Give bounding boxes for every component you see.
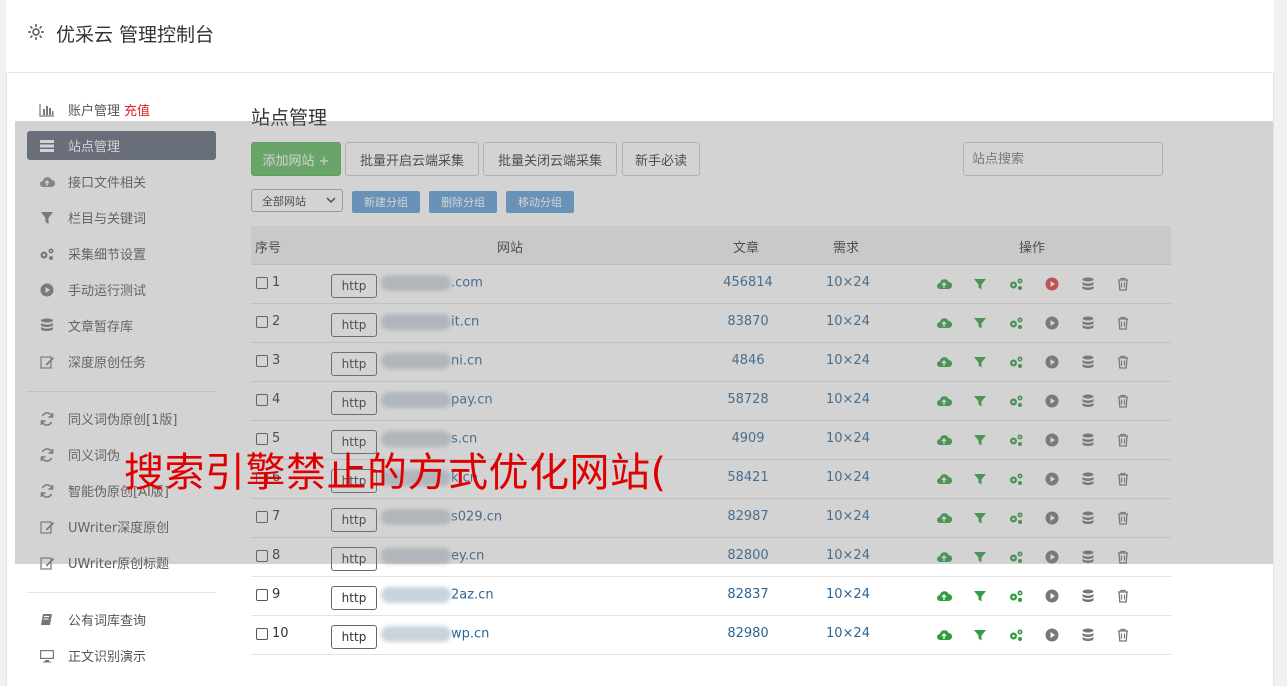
sidebar-item-label: 公有词库查询 — [68, 614, 147, 629]
cloud-upload-icon[interactable] — [936, 588, 953, 604]
row-index: 9 — [272, 587, 281, 602]
article-count[interactable]: 82837 — [723, 587, 773, 602]
protocol-badge: http — [331, 586, 377, 610]
protocol-badge: http — [331, 625, 377, 649]
play-circle-icon[interactable] — [1044, 588, 1060, 604]
site-domain: wp.cn — [451, 626, 490, 642]
demand-value[interactable]: 10×24 — [823, 626, 873, 641]
monitor-icon — [38, 648, 56, 664]
site-link[interactable]: 2az.cn — [381, 587, 494, 603]
watermark-text: 搜索引擎禁止的方式优化网站( — [124, 450, 667, 496]
row-checkbox[interactable] — [256, 628, 268, 640]
sidebar-item-0[interactable]: 账户管理 充值 — [27, 95, 216, 124]
database-icon[interactable] — [1080, 627, 1096, 643]
trash-icon[interactable] — [1115, 588, 1131, 604]
site-link[interactable]: wp.cn — [381, 626, 489, 642]
sidebar-item-label: 账户管理 — [68, 104, 121, 119]
database-icon[interactable] — [1080, 588, 1096, 604]
sidebar-item-14[interactable]: 正文识别演示 — [27, 641, 216, 670]
recharge-link[interactable]: 充值 — [124, 100, 150, 119]
row-checkbox[interactable] — [256, 589, 268, 601]
site-domain: 2az.cn — [451, 587, 494, 603]
sidebar-item-13[interactable]: 公有词库查询 — [27, 605, 216, 634]
gear-icon — [28, 24, 44, 40]
table-row: 10 http wp.cn 82980 10×24 — [251, 616, 1171, 655]
table-row: 9 http 2az.cn 82837 10×24 — [251, 577, 1171, 616]
gears-icon[interactable] — [1008, 588, 1024, 604]
play-circle-icon[interactable] — [1044, 627, 1060, 643]
book-icon — [38, 612, 56, 628]
demand-value[interactable]: 10×24 — [823, 587, 873, 602]
article-count[interactable]: 82980 — [723, 626, 773, 641]
page-header-title: 优采云 管理控制台 — [56, 24, 215, 46]
sidebar-item-label: 正文识别演示 — [68, 650, 147, 665]
redacted-blur — [381, 587, 451, 603]
trash-icon[interactable] — [1115, 627, 1131, 643]
row-index: 10 — [272, 626, 289, 641]
app-header: 优采云 管理控制台 — [6, 0, 1274, 73]
filter-icon[interactable] — [972, 627, 988, 643]
gears-icon[interactable] — [1008, 627, 1024, 643]
redacted-blur — [381, 626, 451, 642]
bar-chart-icon — [38, 102, 56, 118]
cloud-upload-icon[interactable] — [936, 627, 953, 643]
filter-icon[interactable] — [972, 588, 988, 604]
sidebar-divider — [27, 592, 216, 593]
